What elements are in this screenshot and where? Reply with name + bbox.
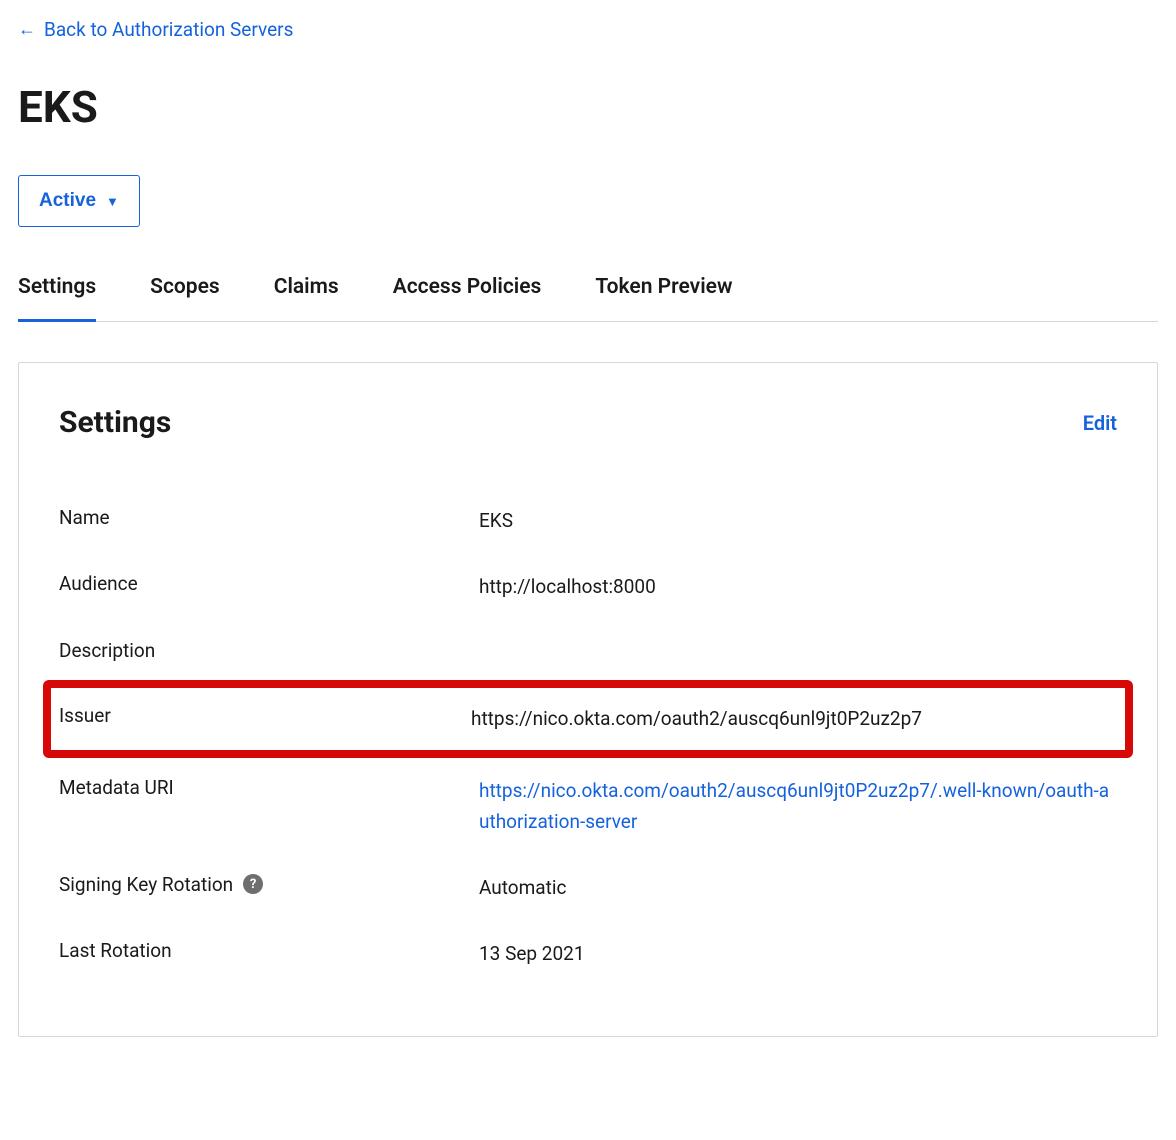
setting-label-description: Description xyxy=(59,639,479,662)
tab-token-preview[interactable]: Token Preview xyxy=(595,275,732,322)
setting-row-signing-key-rotation: Signing Key Rotation ? Automatic xyxy=(59,855,1117,921)
setting-value-name: EKS xyxy=(479,506,1117,536)
tab-claims[interactable]: Claims xyxy=(274,275,339,322)
back-link[interactable]: ← Back to Authorization Servers xyxy=(18,18,293,41)
setting-value-audience: http://localhost:8000 xyxy=(479,572,1117,602)
setting-label-name: Name xyxy=(59,506,479,529)
setting-label-metadata-uri: Metadata URI xyxy=(59,776,479,799)
page-title: EKS xyxy=(18,81,1158,133)
setting-row-name: Name EKS xyxy=(59,488,1117,554)
metadata-uri-link[interactable]: https://nico.okta.com/oauth2/auscq6unl9j… xyxy=(479,779,1109,832)
help-icon[interactable]: ? xyxy=(243,874,263,894)
setting-value-signing-key-rotation: Automatic xyxy=(479,873,1117,903)
setting-row-description: Description xyxy=(59,621,1117,680)
tab-scopes[interactable]: Scopes xyxy=(150,275,220,322)
setting-row-metadata-uri: Metadata URI https://nico.okta.com/oauth… xyxy=(59,758,1117,855)
setting-label-signing-key-rotation: Signing Key Rotation ? xyxy=(59,873,479,896)
issuer-highlight: Issuer https://nico.okta.com/oauth2/ausc… xyxy=(43,680,1133,758)
tab-access-policies[interactable]: Access Policies xyxy=(393,275,542,322)
setting-label-last-rotation: Last Rotation xyxy=(59,939,479,962)
caret-down-icon: ▼ xyxy=(106,194,119,209)
tabs: Settings Scopes Claims Access Policies T… xyxy=(18,275,1158,322)
setting-value-issuer: https://nico.okta.com/oauth2/auscq6unl9j… xyxy=(471,704,1117,734)
signing-key-rotation-text: Signing Key Rotation xyxy=(59,873,233,896)
arrow-left-icon: ← xyxy=(18,19,36,40)
panel-title: Settings xyxy=(59,405,171,440)
panel-header: Settings Edit xyxy=(59,405,1117,440)
setting-row-audience: Audience http://localhost:8000 xyxy=(59,554,1117,620)
tab-settings[interactable]: Settings xyxy=(18,275,96,322)
settings-panel: Settings Edit Name EKS Audience http://l… xyxy=(18,362,1158,1037)
edit-button[interactable]: Edit xyxy=(1083,411,1117,435)
status-dropdown[interactable]: Active ▼ xyxy=(18,175,140,227)
setting-value-metadata-uri: https://nico.okta.com/oauth2/auscq6unl9j… xyxy=(479,776,1117,837)
setting-row-last-rotation: Last Rotation 13 Sep 2021 xyxy=(59,921,1117,987)
setting-row-issuer: Issuer https://nico.okta.com/oauth2/ausc… xyxy=(59,692,1117,746)
setting-label-audience: Audience xyxy=(59,572,479,595)
status-label: Active xyxy=(39,190,96,212)
setting-label-issuer: Issuer xyxy=(59,704,471,727)
back-link-label: Back to Authorization Servers xyxy=(44,18,293,41)
setting-value-last-rotation: 13 Sep 2021 xyxy=(479,939,1117,969)
